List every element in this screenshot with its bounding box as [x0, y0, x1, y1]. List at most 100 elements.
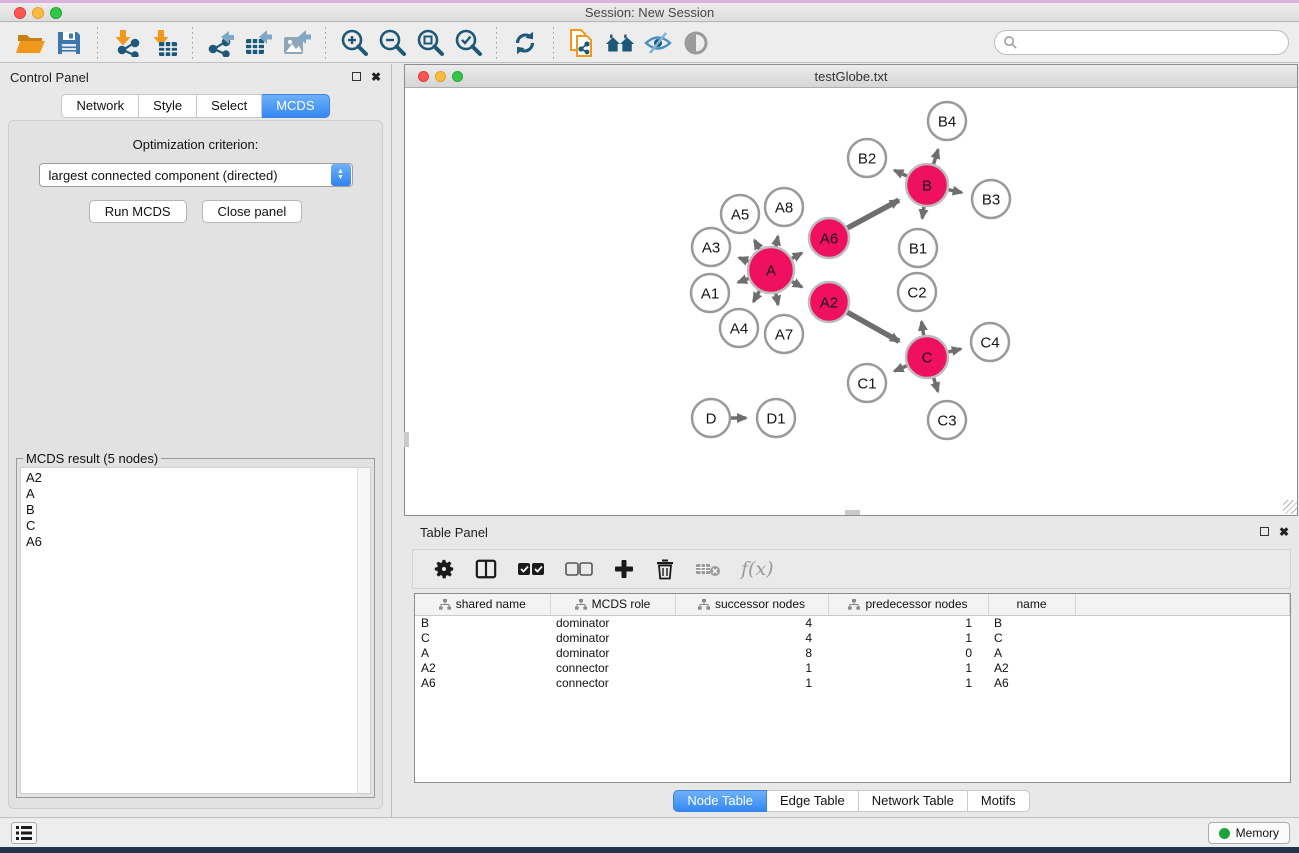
- graph-node-A5[interactable]: A5: [721, 195, 759, 233]
- graph-node-D1[interactable]: D1: [757, 399, 795, 437]
- memory-button[interactable]: Memory: [1208, 822, 1290, 844]
- window-resize-grip[interactable]: [1283, 500, 1297, 514]
- table-cell[interactable]: C: [415, 630, 550, 645]
- tab-network-table[interactable]: Network Table: [859, 790, 968, 812]
- table-cell[interactable]: connector: [550, 660, 675, 675]
- table-cell[interactable]: A2: [988, 660, 1075, 675]
- graph-node-A[interactable]: A: [748, 247, 794, 293]
- graph-edge-A-A1[interactable]: [738, 278, 748, 282]
- graph-edge-A-A4[interactable]: [753, 291, 759, 302]
- graph-node-C2[interactable]: C2: [898, 273, 936, 311]
- clone-network-button[interactable]: [566, 27, 598, 59]
- graph-edge-A-A6[interactable]: [792, 253, 802, 258]
- zoom-out-button[interactable]: [376, 27, 408, 59]
- graph-node-C1[interactable]: C1: [848, 364, 886, 402]
- home-button[interactable]: [604, 27, 636, 59]
- graph-node-C[interactable]: C: [906, 336, 948, 378]
- network-vertical-scrollbar[interactable]: [404, 432, 409, 447]
- search-field[interactable]: [994, 30, 1289, 55]
- graph-edge-A2-C[interactable]: [847, 312, 899, 341]
- table-cell[interactable]: A2: [415, 660, 550, 675]
- tab-network[interactable]: Network: [61, 94, 139, 118]
- open-session-button[interactable]: [15, 27, 47, 59]
- column-header-name[interactable]: name: [988, 594, 1075, 615]
- tab-node-table[interactable]: Node Table: [673, 790, 767, 812]
- graph-edge-C-C3[interactable]: [934, 378, 938, 391]
- graph-node-C4[interactable]: C4: [971, 323, 1009, 361]
- graph-node-B4[interactable]: B4: [928, 102, 966, 140]
- table-cell[interactable]: 4: [675, 615, 828, 630]
- table-cell[interactable]: B: [415, 615, 550, 630]
- delete-column-button[interactable]: [655, 556, 675, 582]
- table-row[interactable]: Cdominator41C: [415, 630, 1290, 645]
- tab-select[interactable]: Select: [197, 94, 262, 118]
- network-canvas[interactable]: B4B2BB3A8A5A6A3B1AA1C2A2A4A7C4CC1DD1C3: [405, 88, 1297, 514]
- graph-edge-C-C1[interactable]: [895, 366, 907, 371]
- criterion-dropdown[interactable]: largest connected component (directed) ▲…: [39, 163, 353, 187]
- zoom-selected-button[interactable]: [452, 27, 484, 59]
- deselect-all-button[interactable]: [565, 556, 593, 582]
- graph-edge-B-B4[interactable]: [934, 150, 938, 164]
- table-settings-button[interactable]: [433, 556, 455, 582]
- column-header-shared-name[interactable]: shared name: [415, 594, 550, 615]
- search-input[interactable]: [1018, 35, 1268, 50]
- tab-motifs[interactable]: Motifs: [968, 790, 1030, 812]
- table-cell[interactable]: dominator: [550, 615, 675, 630]
- table-row[interactable]: A6connector11A6: [415, 675, 1290, 690]
- mcds-result-item[interactable]: B: [26, 502, 370, 518]
- graph-node-B2[interactable]: B2: [848, 139, 886, 177]
- graph-edge-A-A7[interactable]: [776, 294, 778, 305]
- table-cell[interactable]: A: [415, 645, 550, 660]
- table-cell[interactable]: C: [988, 630, 1075, 645]
- graph-node-A2[interactable]: A2: [809, 282, 849, 322]
- graph-node-B[interactable]: B: [906, 164, 948, 206]
- graph-node-A8[interactable]: A8: [765, 188, 803, 226]
- tab-edge-table[interactable]: Edge Table: [767, 790, 859, 812]
- delete-table-button[interactable]: [695, 556, 721, 582]
- mcds-result-item[interactable]: A2: [26, 470, 370, 486]
- graph-edge-A6-B[interactable]: [847, 200, 898, 228]
- graph-node-A1[interactable]: A1: [691, 274, 729, 312]
- zoom-in-button[interactable]: [338, 27, 370, 59]
- function-builder-button[interactable]: f(x): [741, 556, 774, 582]
- graph-edge-C-C4[interactable]: [948, 349, 960, 352]
- graph-edge-B-B1[interactable]: [922, 207, 924, 219]
- network-horizontal-scrollbar[interactable]: [845, 510, 860, 515]
- split-column-button[interactable]: [475, 556, 497, 582]
- graph-node-A6[interactable]: A6: [809, 218, 849, 258]
- table-cell[interactable]: A6: [415, 675, 550, 690]
- select-all-button[interactable]: [517, 556, 545, 582]
- table-cell[interactable]: 1: [675, 660, 828, 675]
- table-cell[interactable]: 8: [675, 645, 828, 660]
- table-cell[interactable]: 1: [828, 630, 988, 645]
- graph-node-A3[interactable]: A3: [692, 228, 730, 266]
- show-panels-list-button[interactable]: [11, 822, 37, 844]
- graph-node-A4[interactable]: A4: [720, 309, 758, 347]
- table-cell[interactable]: 1: [828, 675, 988, 690]
- run-mcds-button[interactable]: Run MCDS: [89, 200, 187, 223]
- close-panel-icon[interactable]: ✖: [1279, 526, 1289, 538]
- mcds-result-item[interactable]: A: [26, 486, 370, 502]
- graph-edge-A-A5[interactable]: [755, 240, 760, 249]
- show-graphics-details-button[interactable]: [680, 27, 712, 59]
- table-cell[interactable]: dominator: [550, 630, 675, 645]
- column-header-predecessor-nodes[interactable]: predecessor nodes: [828, 594, 988, 615]
- table-cell[interactable]: 1: [828, 660, 988, 675]
- mcds-result-item[interactable]: C: [26, 518, 370, 534]
- graph-edge-A-A8[interactable]: [776, 236, 778, 246]
- table-row[interactable]: Bdominator41B: [415, 615, 1290, 630]
- mcds-result-scrollbar[interactable]: [357, 468, 370, 793]
- table-row[interactable]: Adominator80A: [415, 645, 1290, 660]
- graph-node-D[interactable]: D: [692, 399, 730, 437]
- graph-node-B1[interactable]: B1: [899, 229, 937, 267]
- create-column-button[interactable]: [613, 556, 635, 582]
- graph-edge-A-A2[interactable]: [792, 282, 802, 287]
- export-table-button[interactable]: [243, 27, 275, 59]
- import-table-button[interactable]: [148, 27, 180, 59]
- float-panel-icon[interactable]: [352, 71, 361, 83]
- graph-edge-A-A3[interactable]: [739, 258, 749, 262]
- refresh-button[interactable]: [509, 27, 541, 59]
- graph-edge-B-B2[interactable]: [894, 170, 907, 176]
- graph-node-A7[interactable]: A7: [765, 315, 803, 353]
- graph-edge-B-B3[interactable]: [948, 190, 961, 193]
